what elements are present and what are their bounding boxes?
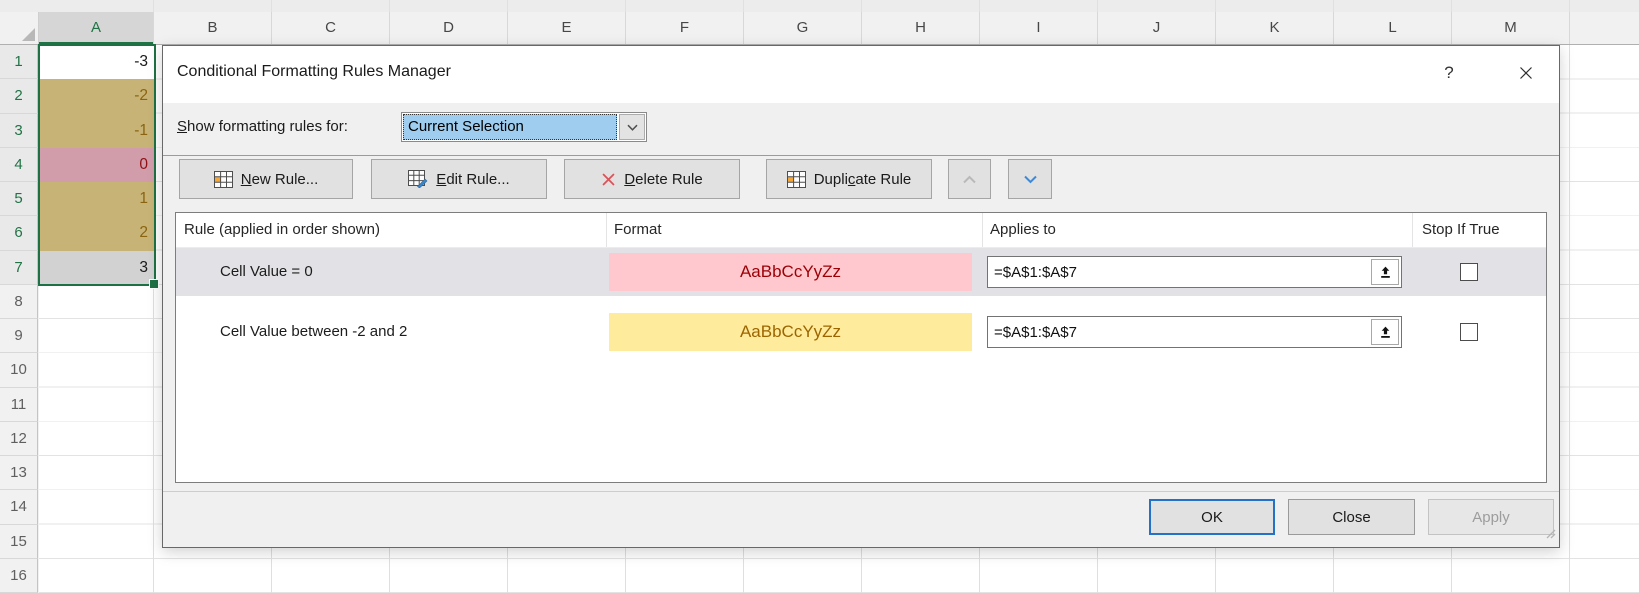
help-button[interactable]: ? bbox=[1435, 58, 1463, 88]
row-headers: 12345678910111213141516 bbox=[0, 45, 39, 593]
header-divider bbox=[1412, 213, 1413, 247]
header-divider bbox=[606, 213, 607, 247]
rule-description: Cell Value between -2 and 2 bbox=[220, 308, 407, 356]
duplicate-rule-label: Duplicate Rule bbox=[814, 171, 912, 188]
table-icon bbox=[787, 171, 806, 188]
edit-rule-button[interactable]: Edit Rule... bbox=[371, 159, 547, 199]
select-all-button[interactable] bbox=[0, 12, 39, 44]
row-header-15[interactable]: 15 bbox=[0, 525, 38, 559]
chevron-up-icon bbox=[962, 175, 977, 184]
row-header-1[interactable]: 1 bbox=[0, 45, 38, 79]
close-dialog-button[interactable] bbox=[1511, 58, 1541, 88]
applies-to-field bbox=[987, 256, 1402, 288]
dialog-title: Conditional Formatting Rules Manager bbox=[177, 63, 451, 81]
rules-list-header: Rule (applied in order shown) Format App… bbox=[176, 213, 1546, 248]
chevron-down-icon bbox=[627, 124, 638, 131]
selection-border bbox=[38, 44, 156, 286]
row-header-6[interactable]: 6 bbox=[0, 216, 38, 250]
column-header-E[interactable]: E bbox=[508, 12, 626, 44]
format-preview: AaBbCcYyZz bbox=[609, 313, 972, 351]
applies-to-field bbox=[987, 316, 1402, 348]
stop-if-true-checkbox[interactable] bbox=[1460, 263, 1478, 281]
column-header-F[interactable]: F bbox=[626, 12, 744, 44]
resize-grip[interactable] bbox=[1544, 526, 1556, 544]
table-pencil-icon bbox=[408, 170, 428, 188]
apply-button[interactable]: Apply bbox=[1428, 499, 1554, 535]
move-rule-up-button[interactable] bbox=[948, 159, 991, 199]
applies-to-input[interactable] bbox=[988, 317, 1371, 347]
column-header-G[interactable]: G bbox=[744, 12, 862, 44]
delete-rule-label: Delete Rule bbox=[624, 171, 702, 188]
row-header-4[interactable]: 4 bbox=[0, 148, 38, 182]
close-button[interactable]: Close bbox=[1288, 499, 1415, 535]
column-header-H[interactable]: H bbox=[862, 12, 980, 44]
stop-if-true-checkbox[interactable] bbox=[1460, 323, 1478, 341]
row-header-16[interactable]: 16 bbox=[0, 559, 38, 593]
collapse-dialog-icon bbox=[1378, 325, 1393, 340]
applies-to-input[interactable] bbox=[988, 257, 1371, 287]
duplicate-rule-button[interactable]: Duplicate Rule bbox=[766, 159, 932, 199]
row-header-11[interactable]: 11 bbox=[0, 388, 38, 422]
delete-rule-button[interactable]: Delete Rule bbox=[564, 159, 740, 199]
column-header-J[interactable]: J bbox=[1098, 12, 1216, 44]
formula-bar-edge bbox=[0, 0, 1639, 12]
select-all-triangle-icon bbox=[22, 28, 35, 41]
header-rule: Rule (applied in order shown) bbox=[184, 213, 380, 247]
column-header-I[interactable]: I bbox=[980, 12, 1098, 44]
rule-description: Cell Value = 0 bbox=[220, 248, 313, 296]
column-header-K[interactable]: K bbox=[1216, 12, 1334, 44]
rule-row-2[interactable]: Cell Value between -2 and 2 AaBbCcYyZz bbox=[176, 308, 1546, 356]
fill-handle[interactable] bbox=[149, 279, 159, 289]
row-header-13[interactable]: 13 bbox=[0, 456, 38, 490]
edit-rule-label: Edit Rule... bbox=[436, 171, 509, 188]
row-header-5[interactable]: 5 bbox=[0, 182, 38, 216]
show-rules-label: Show formatting rules for: bbox=[177, 112, 348, 142]
new-rule-button[interactable]: New Rule... bbox=[179, 159, 353, 199]
dialog-title-bar[interactable]: Conditional Formatting Rules Manager ? bbox=[163, 46, 1559, 103]
rule-row-1[interactable]: Cell Value = 0 AaBbCcYyZz bbox=[176, 248, 1546, 296]
column-header-B[interactable]: B bbox=[154, 12, 272, 44]
show-rules-dropdown[interactable]: Current Selection bbox=[401, 112, 647, 142]
collapse-dialog-button[interactable] bbox=[1371, 319, 1399, 345]
header-divider bbox=[982, 213, 983, 247]
row-header-2[interactable]: 2 bbox=[0, 79, 38, 113]
chevron-down-icon bbox=[1023, 175, 1038, 184]
row-header-3[interactable]: 3 bbox=[0, 114, 38, 148]
column-headers: ABCDEFGHIJKLM bbox=[0, 12, 1639, 45]
row-header-8[interactable]: 8 bbox=[0, 285, 38, 319]
toolbar-separator bbox=[163, 155, 1559, 156]
rules-list: Rule (applied in order shown) Format App… bbox=[175, 212, 1547, 483]
resize-grip-icon bbox=[1544, 527, 1556, 539]
show-rules-selected-value: Current Selection bbox=[403, 114, 617, 140]
row-header-14[interactable]: 14 bbox=[0, 490, 38, 524]
header-format: Format bbox=[614, 213, 662, 247]
close-icon bbox=[1519, 66, 1533, 80]
column-header-L[interactable]: L bbox=[1334, 12, 1452, 44]
column-header-M[interactable]: M bbox=[1452, 12, 1570, 44]
column-header-D[interactable]: D bbox=[390, 12, 508, 44]
row-header-12[interactable]: 12 bbox=[0, 422, 38, 456]
row-header-9[interactable]: 9 bbox=[0, 319, 38, 353]
column-header-C[interactable]: C bbox=[272, 12, 390, 44]
ok-button[interactable]: OK bbox=[1149, 499, 1275, 535]
collapse-dialog-icon bbox=[1378, 265, 1393, 280]
rules-list-body: Cell Value = 0AaBbCcYyZzCell Value betwe… bbox=[176, 248, 1546, 356]
header-applies-to: Applies to bbox=[990, 213, 1056, 247]
format-preview: AaBbCcYyZz bbox=[609, 253, 972, 291]
header-stop-if-true: Stop If True bbox=[1422, 213, 1500, 247]
red-x-icon bbox=[601, 172, 616, 187]
collapse-dialog-button[interactable] bbox=[1371, 259, 1399, 285]
row-header-10[interactable]: 10 bbox=[0, 353, 38, 387]
column-header-A[interactable]: A bbox=[39, 12, 154, 44]
show-rules-dropdown-button[interactable] bbox=[619, 114, 645, 140]
move-rule-down-button[interactable] bbox=[1008, 159, 1052, 199]
conditional-formatting-rules-manager-dialog: Conditional Formatting Rules Manager ? S… bbox=[162, 45, 1560, 548]
new-rule-label: New Rule... bbox=[241, 171, 319, 188]
footer-separator bbox=[163, 491, 1559, 492]
row-header-7[interactable]: 7 bbox=[0, 251, 38, 285]
table-icon bbox=[214, 171, 233, 188]
